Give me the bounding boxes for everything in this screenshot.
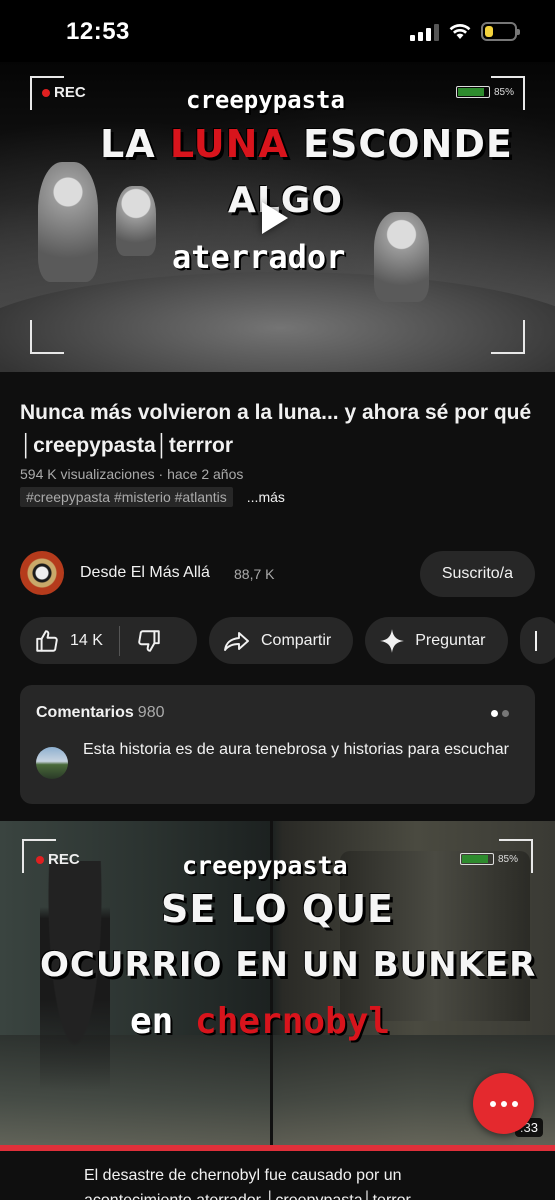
like-button[interactable]: 14 K bbox=[34, 628, 103, 654]
comments-count: 980 bbox=[137, 704, 165, 721]
channel-avatar[interactable] bbox=[20, 551, 64, 595]
watch-progress-bar bbox=[0, 1145, 555, 1151]
status-bar: 12:53 bbox=[0, 0, 555, 62]
channel-name[interactable]: Desde El Más Allá bbox=[80, 564, 210, 582]
ask-button[interactable]: Preguntar bbox=[365, 617, 508, 664]
thumbnail-battery: 85% bbox=[460, 853, 518, 865]
next-video-thumbnail[interactable]: REC 85% creepypasta SE LO QUE OCURRIO EN… bbox=[0, 821, 555, 1145]
share-icon bbox=[224, 631, 249, 651]
video-player[interactable]: REC 85% creepypasta LA LUNA ESCONDE ALGO… bbox=[0, 62, 555, 372]
thumbnail-overlay-line1: SE LO QUE bbox=[160, 887, 395, 931]
like-divider bbox=[118, 625, 120, 656]
thumbnail-overlay-line2: OCURRIO EN UN BUNKER bbox=[40, 945, 537, 985]
thumbnail-battery-icon bbox=[456, 86, 490, 98]
thumbnail-astronaut bbox=[116, 186, 156, 256]
commenter-avatar bbox=[36, 747, 68, 779]
more-actions-button[interactable] bbox=[519, 617, 555, 664]
description-preview[interactable]: #creepypasta #misterio #atlantis ...más bbox=[20, 487, 285, 507]
more-options-fab[interactable] bbox=[473, 1073, 534, 1134]
battery-icon bbox=[481, 22, 520, 41]
comments-pager-dots bbox=[491, 710, 509, 717]
subscribed-button[interactable]: Suscrito/a bbox=[419, 551, 535, 597]
subscriber-count: 88,7 K bbox=[234, 566, 275, 582]
viewfinder-corner bbox=[491, 320, 525, 354]
more-link[interactable]: ...más bbox=[247, 489, 285, 505]
play-icon[interactable] bbox=[262, 202, 288, 234]
thumbnail-overlay-top: creepypasta bbox=[182, 851, 348, 880]
sparkle-icon bbox=[380, 628, 405, 653]
thumbnail-battery-icon bbox=[460, 853, 494, 865]
thumbnail-battery: 85% bbox=[456, 86, 514, 98]
thumbnail-overlay-top: creepypasta bbox=[186, 86, 345, 114]
like-count: 14 K bbox=[70, 631, 103, 649]
hashtags[interactable]: #creepypasta #misterio #atlantis bbox=[20, 487, 233, 507]
thumbnail-reactor-tank bbox=[340, 851, 530, 1021]
thumbnail-rec-indicator: REC bbox=[42, 84, 86, 101]
thumbnail-rec-indicator: REC bbox=[36, 851, 80, 868]
comments-heading: Comentarios 980 bbox=[36, 704, 165, 721]
channel-row: Desde El Más Allá 88,7 K Suscrito/a bbox=[20, 551, 535, 597]
video-meta: 594 K visualizaciones · hace 2 años bbox=[20, 466, 244, 482]
viewfinder-corner bbox=[30, 320, 64, 354]
rec-dot-icon bbox=[36, 855, 44, 864]
comments-card[interactable]: Comentarios 980 Esta historia es de aura … bbox=[20, 685, 535, 804]
thumbnail-overlay-line3: en chernobyl bbox=[130, 1001, 391, 1042]
video-title[interactable]: Nunca más volvieron a la luna... y ahora… bbox=[20, 396, 540, 462]
status-icons bbox=[410, 22, 520, 41]
battery-level bbox=[485, 26, 494, 37]
thumbnail-overlay-line1: LA LUNA ESCONDE bbox=[100, 122, 513, 166]
action-bar: 14 K Compartir Preguntar bbox=[20, 617, 555, 664]
status-time: 12:53 bbox=[66, 18, 130, 45]
wifi-icon bbox=[449, 24, 471, 39]
share-button[interactable]: Compartir bbox=[209, 617, 354, 664]
rec-dot-icon bbox=[42, 88, 50, 97]
top-comment: Esta historia es de aura tenebrosa y his… bbox=[83, 741, 510, 758]
thumbs-up-icon bbox=[36, 629, 58, 652]
thumbnail-moon-surface bbox=[0, 272, 555, 372]
thumbs-down-icon[interactable] bbox=[136, 628, 162, 654]
next-video-title[interactable]: El desastre de chernobyl fue causado por… bbox=[84, 1163, 484, 1200]
thumbnail-astronaut bbox=[38, 162, 98, 282]
thumbnail-astronaut bbox=[374, 212, 429, 302]
thumbnail-overlay-line3: aterrador bbox=[172, 238, 346, 276]
save-icon bbox=[534, 630, 537, 651]
like-dislike-pill: 14 K bbox=[20, 617, 197, 664]
cellular-signal-icon bbox=[410, 23, 439, 41]
